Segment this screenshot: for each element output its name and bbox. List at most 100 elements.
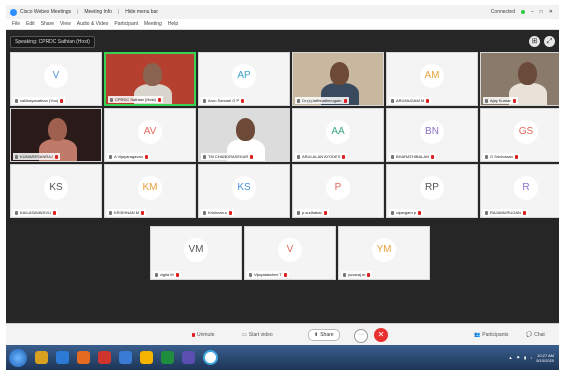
meeting-toolbar: Unmute ▭ Start video ⬆ Share ··· ✕ 👥 Par…	[6, 323, 559, 346]
app-icon[interactable]	[182, 351, 195, 364]
participant-tile[interactable]: CPRDC Sathian (Host)	[104, 52, 196, 106]
participant-name-tag: BHARATHIBALAN	[389, 153, 437, 160]
menu-meeting[interactable]: Meeting	[144, 21, 162, 27]
participant-avatar: KS	[44, 176, 68, 200]
muted-icon	[157, 97, 161, 102]
mic-icon	[203, 98, 206, 103]
participant-avatar: V	[44, 64, 68, 88]
layout-button[interactable]: ⊞	[529, 36, 540, 47]
menu-edit[interactable]: Edit	[26, 21, 35, 27]
ie-browser-icon[interactable]	[56, 351, 69, 364]
participant-tile[interactable]: AA ARULALAN AYODES	[292, 108, 384, 162]
participant-tile[interactable]: KUMARESANRAJ	[10, 108, 102, 162]
muted-icon	[512, 98, 516, 103]
chrome-icon[interactable]	[140, 351, 153, 364]
muted-icon	[418, 210, 422, 215]
connection-status: Connected	[490, 9, 515, 15]
mic-icon	[109, 154, 112, 159]
mic-icon	[109, 210, 112, 215]
more-options-button[interactable]: ···	[354, 329, 368, 343]
muted-icon	[367, 272, 371, 277]
word-icon[interactable]	[119, 351, 132, 364]
participant-tile[interactable]: VM vigila M	[150, 226, 242, 280]
mic-icon	[15, 210, 18, 215]
participant-tile[interactable]: AV A Vijayaragavan	[104, 108, 196, 162]
participant-tile[interactable]: TM CHANDRASEKAR	[198, 108, 290, 162]
file-explorer-icon[interactable]	[35, 351, 48, 364]
network-icon[interactable]: ▮	[524, 355, 526, 360]
volume-icon[interactable]: ♪	[530, 355, 532, 360]
participant-tile[interactable]: KM KRISHNAN M	[104, 164, 196, 218]
participant-name-tag: Vijayalakshmi T	[247, 271, 289, 278]
participants-button[interactable]: 👥 Participants	[474, 330, 508, 340]
participant-tile[interactable]: Pp.sudhakar	[292, 164, 384, 218]
participant-avatar: R	[514, 176, 538, 200]
mic-icon	[297, 98, 300, 103]
webex-taskbar-icon[interactable]	[203, 350, 218, 365]
participant-name: CPRDC Sathian (Host)	[115, 97, 156, 102]
participant-name: RAJAMURUGAN	[490, 210, 521, 215]
participant-tile[interactable]: AP Arun Samuel G P	[198, 52, 290, 106]
flag-icon[interactable]: ⚑	[516, 355, 520, 360]
end-meeting-button[interactable]: ✕	[374, 328, 388, 342]
connection-dot-icon	[520, 10, 525, 14]
start-video-button[interactable]: ▭ Start video	[242, 330, 273, 340]
participant-tile[interactable]: KS Krishnan.s	[198, 164, 290, 218]
participant-name-tag: yuvaraj.m	[341, 271, 373, 278]
menu-share[interactable]: Share	[41, 21, 54, 27]
minimize-button[interactable]: –	[531, 9, 534, 15]
mic-icon	[391, 154, 394, 159]
menu-participant[interactable]: Participant	[114, 21, 138, 27]
participant-tile[interactable]: RP rajangam p	[386, 164, 478, 218]
mic-icon	[297, 154, 300, 159]
menu-help[interactable]: Help	[168, 21, 178, 27]
menu-audio-video[interactable]: Audio & Video	[77, 21, 109, 27]
participant-tile[interactable]: AM ARUMUGAM M	[386, 52, 478, 106]
participant-avatar: KM	[138, 176, 162, 200]
muted-icon	[52, 210, 56, 215]
hide-menu-bar-tab[interactable]: Hide menu bar	[125, 9, 158, 15]
participant-name: vallinayanathan (You)	[20, 98, 59, 103]
fullscreen-button[interactable]: ⤢	[544, 36, 555, 47]
meeting-info-tab[interactable]: Meeting Info	[84, 9, 112, 15]
participant-tile[interactable]: Dr.(s)Jaffrinathmugam	[292, 52, 384, 106]
participant-name-tag: G Srinivasan	[483, 153, 520, 160]
participant-tile[interactable]: V Vijayalakshmi T	[244, 226, 336, 280]
participant-tile[interactable]: YM yuvaraj.m	[338, 226, 430, 280]
muted-icon	[141, 210, 145, 215]
participant-tile[interactable]: R RAJAMURUGAN	[480, 164, 559, 218]
chat-icon: 💬	[526, 332, 533, 338]
participant-name: KAILASAVADIVU	[20, 210, 51, 215]
menu-view[interactable]: View	[60, 21, 71, 27]
title-bar: Cisco Webex Meetings | Meeting Info | Hi…	[6, 5, 559, 19]
firefox-icon[interactable]	[77, 351, 90, 364]
participant-tile[interactable]: Vvallinayanathan (You)	[10, 52, 102, 106]
excel-icon[interactable]	[161, 351, 174, 364]
participant-name: Arun Samuel G P	[208, 98, 240, 103]
clock[interactable]: 10:27 AM 5/10/2020	[536, 353, 554, 363]
chat-button[interactable]: 💬 Chat	[526, 330, 545, 340]
window-controls: Connected – □ ✕	[491, 9, 553, 15]
muted-icon	[54, 154, 58, 159]
participant-avatar: V	[278, 238, 302, 262]
participant-tile[interactable]: BN BHARATHIBALAN	[386, 108, 478, 162]
participant-tile[interactable]: Ajay Kumar	[480, 52, 559, 106]
maximize-button[interactable]: □	[540, 9, 543, 15]
menu-file[interactable]: File	[12, 21, 20, 27]
participant-name-tag: ARULALAN AYODES	[295, 153, 348, 160]
mic-icon	[15, 154, 18, 159]
participant-name: BHARATHIBALAN	[396, 154, 430, 159]
participant-avatar: AV	[138, 120, 162, 144]
close-button[interactable]: ✕	[549, 9, 553, 15]
speaking-indicator: Speaking: CPRDC Sathian (Host)	[10, 36, 95, 48]
participant-name-tag: Arun Samuel G P	[201, 97, 247, 104]
participant-tile[interactable]: GS G Srinivasan	[480, 108, 559, 162]
tray-arrow-icon[interactable]: ▲	[508, 355, 512, 360]
participant-name: vigila M	[160, 272, 174, 277]
participant-tile[interactable]: KS KAILASAVADIVU	[10, 164, 102, 218]
share-button[interactable]: ⬆ Share	[308, 329, 340, 341]
camera-icon: ▭	[242, 332, 247, 338]
start-button[interactable]	[9, 348, 27, 367]
unmute-button[interactable]: Unmute	[192, 330, 215, 340]
office-icon[interactable]	[98, 351, 111, 364]
